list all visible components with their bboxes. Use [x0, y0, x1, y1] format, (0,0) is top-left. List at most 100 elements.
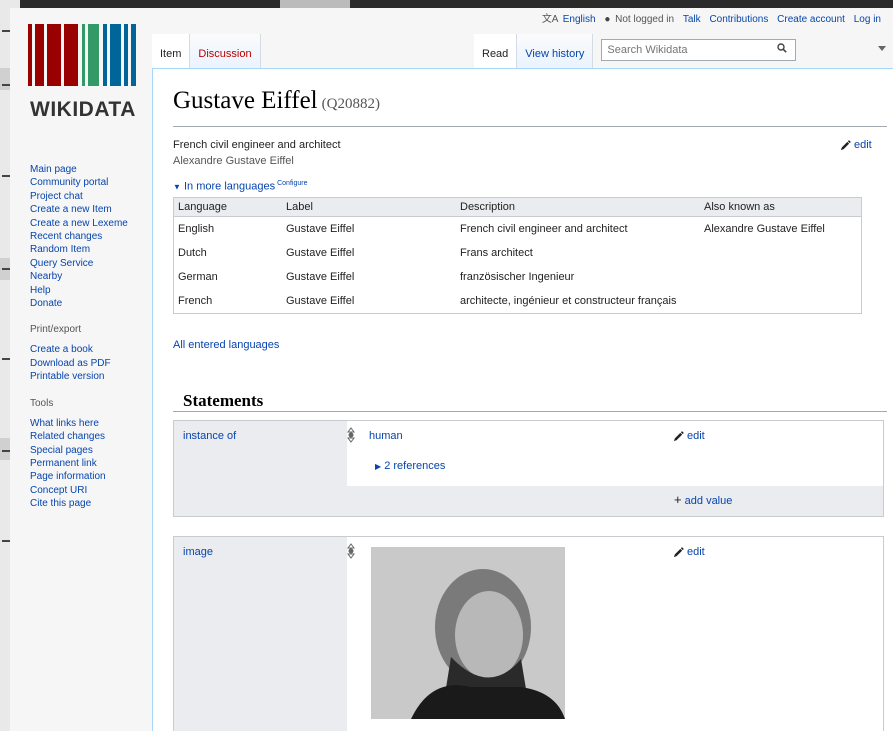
cell-label: Gustave Eiffel — [286, 295, 355, 307]
create-account-link[interactable]: Create account — [777, 14, 845, 25]
sidebar-item-special-pages[interactable]: Special pages — [30, 444, 155, 457]
sidebar-item-permanent-link[interactable]: Permanent link — [30, 457, 155, 470]
sidebar: Main page Community portal Project chat … — [30, 163, 155, 511]
language-selector[interactable]: English — [563, 14, 596, 25]
statement-group-image: image edit — [173, 536, 884, 731]
cell-aliases — [700, 265, 862, 289]
caret-down-icon: ▼ — [173, 182, 181, 192]
sidebar-item-create-lexeme[interactable]: Create a new Lexeme — [30, 217, 155, 230]
pencil-icon — [673, 430, 684, 441]
not-logged-in-text: Not logged in — [615, 14, 675, 25]
cell-language: English — [178, 223, 215, 235]
all-entered-languages-link[interactable]: All entered languages — [173, 339, 279, 351]
sidebar-item-nearby[interactable]: Nearby — [30, 270, 155, 283]
pencil-icon — [840, 139, 851, 150]
tab-read[interactable]: Read — [474, 34, 518, 68]
rank-selector-icon[interactable] — [347, 543, 355, 559]
caret-right-icon: ▶ — [375, 462, 382, 471]
sidebar-item-printable-version[interactable]: Printable version — [30, 370, 155, 383]
logo-text: WIKIDATA — [30, 98, 136, 121]
sidebar-item-help[interactable]: Help — [30, 284, 155, 297]
edit-label: edit — [687, 546, 705, 558]
sidebar-item-create-book[interactable]: Create a book — [30, 343, 155, 356]
print-export-heading[interactable]: Print/export — [30, 324, 155, 337]
statement-body: edit — [347, 537, 883, 731]
add-value-label: add value — [684, 495, 733, 507]
sidebar-item-related-changes[interactable]: Related changes — [30, 430, 155, 443]
property-instance-of[interactable]: instance of — [183, 430, 236, 442]
main-content: Gustave Eiffel (Q20882) French civil engi… — [152, 68, 893, 731]
property-image[interactable]: image — [183, 546, 213, 558]
references-toggle[interactable]: ▶ 2 references — [375, 460, 445, 472]
talk-link[interactable]: Talk — [683, 14, 701, 25]
item-description: French civil engineer and architect — [173, 139, 341, 151]
sidebar-item-project-chat[interactable]: Project chat — [30, 190, 155, 203]
cell-label: Gustave Eiffel — [286, 247, 355, 259]
rank-selector-icon[interactable] — [347, 427, 355, 443]
sidebar-item-concept-uri[interactable]: Concept URI — [30, 484, 155, 497]
statement-body: human edit ▶ 2 references — [347, 421, 883, 486]
edit-label: edit — [854, 139, 872, 151]
cell-label: Gustave Eiffel — [286, 223, 355, 235]
pencil-icon — [673, 546, 684, 557]
item-id: (Q20882) — [321, 96, 380, 112]
tab-view-history[interactable]: View history — [517, 34, 594, 68]
table-row: Dutch Gustave Eiffel Frans architect — [174, 241, 862, 265]
cell-aliases — [700, 241, 862, 265]
cell-aliases: Alexandre Gustave Eiffel — [704, 223, 825, 235]
language-icon[interactable]: 文A — [542, 14, 558, 25]
sidebar-print: Create a book Download as PDF Printable … — [30, 343, 155, 383]
table-row: German Gustave Eiffel französischer Inge… — [174, 265, 862, 289]
sidebar-item-download-pdf[interactable]: Download as PDF — [30, 357, 155, 370]
sidebar-item-page-information[interactable]: Page information — [30, 470, 155, 483]
column-header-description: Description — [456, 197, 700, 217]
sidebar-item-main-page[interactable]: Main page — [30, 163, 155, 176]
personal-tools: 文A English ● Not logged in Talk Contribu… — [536, 10, 881, 25]
edit-label: edit — [687, 430, 705, 442]
in-more-languages-toggle[interactable]: ▼ In more languages Configure — [173, 180, 307, 193]
cell-language: French — [178, 295, 213, 307]
edit-statement-button[interactable]: edit — [673, 546, 705, 558]
contributions-link[interactable]: Contributions — [709, 14, 768, 25]
statements-heading: Statements — [183, 391, 264, 410]
column-header-language: Language — [173, 197, 282, 217]
tools-heading[interactable]: Tools — [30, 398, 155, 411]
sidebar-item-donate[interactable]: Donate — [30, 297, 155, 310]
column-header-aliases: Also known as — [700, 197, 862, 217]
cell-description: French civil engineer and architect — [460, 223, 628, 235]
statement-value[interactable]: human — [369, 430, 403, 442]
cell-description: französischer Ingenieur — [460, 271, 575, 283]
page-title: Gustave Eiffel (Q20882) — [173, 87, 380, 115]
cell-description: architecte, ingénieur et constructeur fr… — [460, 295, 677, 307]
statements-divider — [173, 411, 887, 412]
log-in-link[interactable]: Log in — [854, 14, 881, 25]
languages-table: Language Label Description Also known as… — [173, 197, 862, 314]
sidebar-item-what-links-here[interactable]: What links here — [30, 417, 155, 430]
cell-label: Gustave Eiffel — [286, 271, 355, 283]
in-more-languages-label: In more languages — [183, 180, 276, 193]
item-aliases: Alexandre Gustave Eiffel — [173, 155, 294, 167]
sidebar-item-query-service[interactable]: Query Service — [30, 257, 155, 270]
user-icon: ● — [604, 14, 611, 25]
add-value-button[interactable]: + add value — [674, 492, 732, 507]
configure-link[interactable]: Configure — [277, 180, 307, 187]
portrait-image[interactable] — [371, 547, 565, 719]
search-input[interactable] — [602, 40, 773, 60]
cell-language: Dutch — [178, 247, 207, 259]
wikidata-logo[interactable]: WIKIDATA — [28, 24, 138, 124]
more-menu-chevron-down-icon[interactable] — [878, 46, 886, 51]
sidebar-item-create-item[interactable]: Create a new Item — [30, 203, 155, 216]
sidebar-item-recent-changes[interactable]: Recent changes — [30, 230, 155, 243]
sidebar-tools: What links here Related changes Special … — [30, 417, 155, 511]
sidebar-item-random-item[interactable]: Random Item — [30, 243, 155, 256]
statement-group-instance-of: instance of human edit ▶ 2 references + … — [173, 420, 884, 517]
sidebar-item-community-portal[interactable]: Community portal — [30, 176, 155, 189]
tab-discussion[interactable]: Discussion — [190, 34, 261, 68]
tab-item[interactable]: Item — [152, 34, 191, 68]
table-row: French Gustave Eiffel architecte, ingéni… — [174, 289, 862, 314]
edit-fingerprint-button[interactable]: edit — [840, 139, 872, 151]
edit-statement-button[interactable]: edit — [673, 430, 705, 442]
sidebar-navigation: Main page Community portal Project chat … — [30, 163, 155, 310]
search-icon[interactable] — [777, 43, 788, 53]
sidebar-item-cite-page[interactable]: Cite this page — [30, 497, 155, 510]
